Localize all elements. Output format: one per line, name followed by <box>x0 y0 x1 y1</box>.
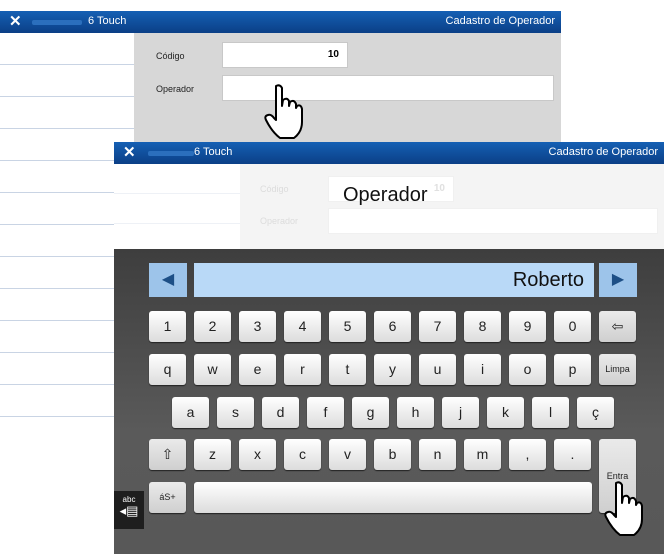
hand-cursor-icon <box>264 84 303 139</box>
key-3[interactable]: 3 <box>239 311 276 342</box>
key-j[interactable]: j <box>442 397 479 428</box>
close-icon[interactable]: ✕ <box>123 143 136 163</box>
key-g[interactable]: g <box>352 397 389 428</box>
key-r[interactable]: r <box>284 354 321 385</box>
key-f[interactable]: f <box>307 397 344 428</box>
right-arrow-icon[interactable]: ▶ <box>599 263 637 297</box>
key-c-cedilla[interactable]: ç <box>577 397 614 428</box>
space-bar[interactable] <box>194 482 592 513</box>
virtual-keyboard: ◀ Roberto ▶ 1 2 3 4 5 6 7 8 9 0 ⇦ q w e … <box>114 249 664 554</box>
key-d[interactable]: d <box>262 397 299 428</box>
key-b[interactable]: b <box>374 439 411 470</box>
key-9[interactable]: 9 <box>509 311 546 342</box>
list-item[interactable] <box>0 33 134 65</box>
key-1[interactable]: 1 <box>149 311 186 342</box>
key-i[interactable]: i <box>464 354 501 385</box>
keyboard-toggle[interactable]: abc ◂▤ <box>114 491 144 529</box>
hand-cursor-icon <box>604 481 643 536</box>
key-period[interactable]: . <box>554 439 591 470</box>
operador-label: Operador <box>260 216 299 226</box>
back-titlebar: ✕ 6 Touch Cadastro de Operador <box>0 11 561 33</box>
key-u[interactable]: u <box>419 354 456 385</box>
list-item[interactable] <box>0 97 134 129</box>
key-m[interactable]: m <box>464 439 501 470</box>
key-6[interactable]: 6 <box>374 311 411 342</box>
list-item[interactable] <box>114 194 240 224</box>
key-q[interactable]: q <box>149 354 186 385</box>
enter-label: Entra <box>606 471 629 481</box>
key-s[interactable]: s <box>217 397 254 428</box>
left-arrow-icon[interactable]: ◀ <box>149 263 187 297</box>
form-title: Cadastro de Operador <box>548 146 658 158</box>
key-p[interactable]: p <box>554 354 591 385</box>
keyboard-input-display[interactable]: Roberto <box>194 263 594 297</box>
key-k[interactable]: k <box>487 397 524 428</box>
key-w[interactable]: w <box>194 354 231 385</box>
clear-button[interactable]: Limpa <box>599 354 636 385</box>
key-5[interactable]: 5 <box>329 311 366 342</box>
close-icon[interactable]: ✕ <box>9 12 22 32</box>
list-item[interactable] <box>0 65 134 97</box>
key-o[interactable]: o <box>509 354 546 385</box>
key-t[interactable]: t <box>329 354 366 385</box>
key-l[interactable]: l <box>532 397 569 428</box>
app-title: 6 Touch <box>88 15 127 27</box>
front-titlebar: ✕ 6 Touch Cadastro de Operador <box>114 142 664 164</box>
key-4[interactable]: 4 <box>284 311 321 342</box>
field-caption: Operador <box>343 184 428 206</box>
list-item[interactable] <box>114 164 240 194</box>
record-list <box>114 164 240 249</box>
codigo-label: Código <box>260 184 289 194</box>
key-a[interactable]: a <box>172 397 209 428</box>
form-title: Cadastro de Operador <box>445 15 555 27</box>
keyboard-icon: ◂▤ <box>119 503 139 518</box>
key-8[interactable]: 8 <box>464 311 501 342</box>
codigo-label: Código <box>156 51 185 61</box>
front-window: ✕ 6 Touch Cadastro de Operador Código 10… <box>114 142 664 554</box>
key-7[interactable]: 7 <box>419 311 456 342</box>
app-title: 6 Touch <box>194 146 233 158</box>
form-area: Código 10 Operador <box>134 33 561 153</box>
form-area: Código 10 Operador <box>240 164 664 249</box>
operador-label: Operador <box>156 84 195 94</box>
key-c[interactable]: c <box>284 439 321 470</box>
key-0[interactable]: 0 <box>554 311 591 342</box>
codigo-field[interactable]: 10 <box>222 42 348 68</box>
key-v[interactable]: v <box>329 439 366 470</box>
key-h[interactable]: h <box>397 397 434 428</box>
key-x[interactable]: x <box>239 439 276 470</box>
shift-icon[interactable]: ⇧ <box>149 439 186 470</box>
backspace-icon[interactable]: ⇦ <box>599 311 636 342</box>
key-2[interactable]: 2 <box>194 311 231 342</box>
key-comma[interactable]: , <box>509 439 546 470</box>
key-n[interactable]: n <box>419 439 456 470</box>
key-e[interactable]: e <box>239 354 276 385</box>
key-y[interactable]: y <box>374 354 411 385</box>
alt-chars-button[interactable]: áS+ <box>149 482 186 513</box>
operador-field[interactable] <box>328 208 658 234</box>
key-z[interactable]: z <box>194 439 231 470</box>
